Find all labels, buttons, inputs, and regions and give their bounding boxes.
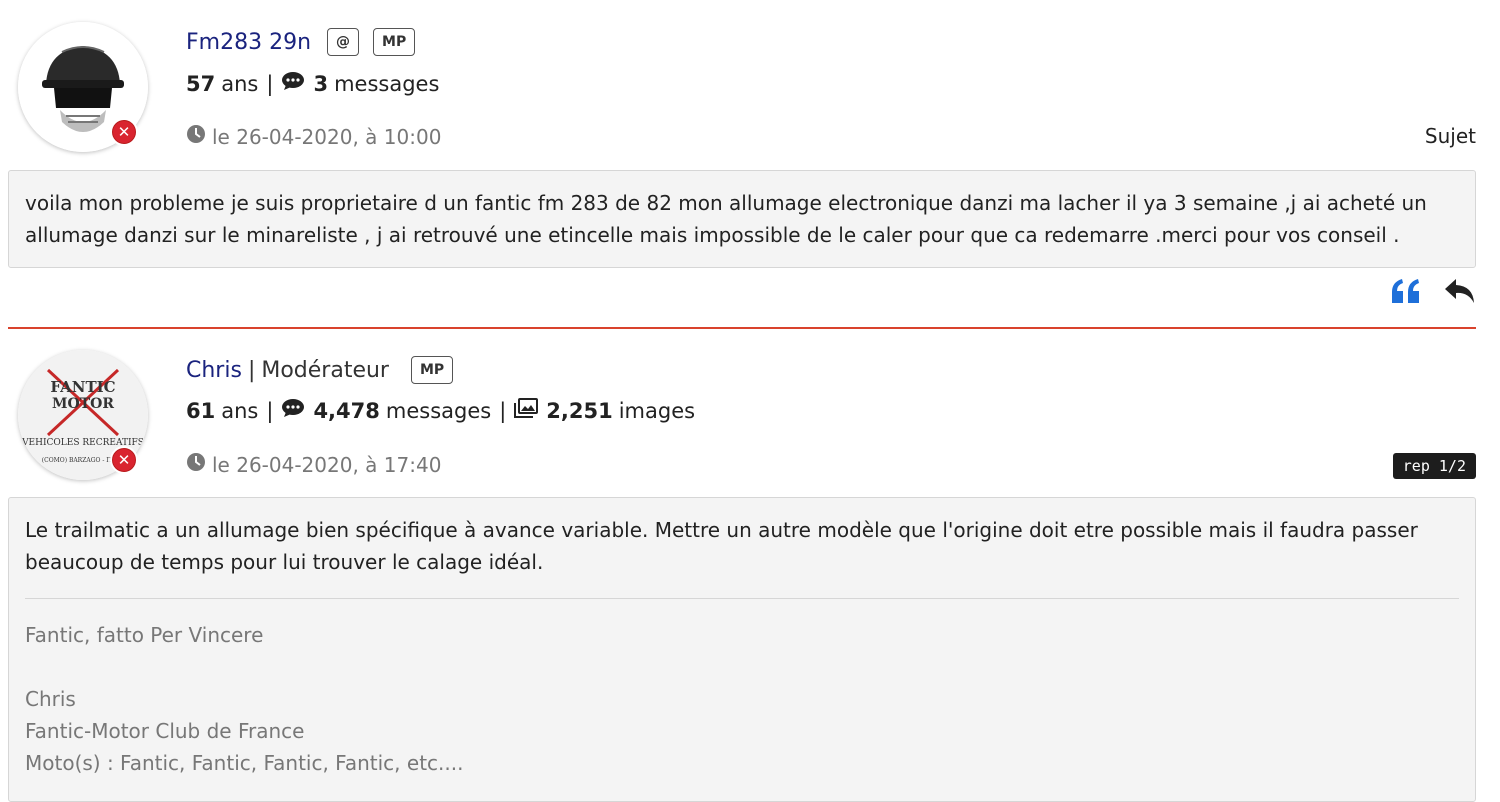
- user-stats: 61 ans | 4,478 messages | 2,251 images: [186, 398, 695, 423]
- stats-separator: |: [266, 71, 274, 96]
- user-stats: 57 ans | 3 messages: [186, 71, 439, 96]
- reply-icon[interactable]: [1444, 276, 1476, 306]
- message-text: Le trailmatic a un allumage bien spécifi…: [25, 518, 1418, 574]
- post-date: le 26-04-2020, à 10:00: [186, 124, 441, 149]
- mention-button[interactable]: @: [327, 28, 360, 56]
- stats-separator-2: |: [499, 398, 507, 423]
- avatar-wrap: FANTIC MOTOR VEHICOLES RECREATIFS (COMO)…: [18, 350, 148, 480]
- quote-icon[interactable]: [1390, 276, 1422, 306]
- username[interactable]: Fm283 29n: [186, 30, 311, 55]
- username[interactable]: Chris: [186, 358, 242, 383]
- messages-label: messages: [334, 71, 440, 96]
- clock-icon: [186, 452, 206, 477]
- post-date: le 26-04-2020, à 17:40: [186, 452, 441, 477]
- signature-line-4: Moto(s) : Fantic, Fantic, Fantic, Fantic…: [25, 751, 464, 775]
- message-text: voila mon probleme je suis proprietaire …: [25, 191, 1427, 247]
- post-date-text: le 26-04-2020, à 10:00: [212, 124, 442, 149]
- clock-icon: [186, 124, 206, 149]
- message-body: voila mon probleme je suis proprietaire …: [8, 170, 1476, 268]
- post-1: ✕ Fm283 29n @ MP 57 ans | 3 messages le …: [8, 0, 1476, 303]
- signature-line-2: Chris: [25, 687, 76, 711]
- subject-label: Sujet: [1424, 124, 1476, 148]
- private-message-button[interactable]: MP: [410, 356, 454, 384]
- post-2: FANTIC MOTOR VEHICOLES RECREATIFS (COMO)…: [8, 330, 1476, 802]
- offline-x-icon: ✕: [110, 446, 138, 474]
- signature-separator: [25, 598, 1459, 599]
- post-divider: [8, 327, 1476, 329]
- images-count: 2,251: [546, 398, 613, 423]
- user-line: Chris | Modérateur MP: [186, 356, 454, 384]
- messages-count: 4,478: [313, 398, 380, 423]
- signature-line-1: Fantic, fatto Per Vincere: [25, 623, 264, 647]
- private-message-button[interactable]: MP: [373, 28, 416, 56]
- avatar-logo-top: FANTIC: [50, 378, 115, 396]
- comment-icon: [281, 398, 305, 423]
- reply-number-badge[interactable]: rep 1/2: [1392, 453, 1476, 479]
- user-line: Fm283 29n @ MP: [186, 28, 416, 56]
- age-value: 57: [186, 71, 216, 96]
- avatar-wrap: ✕: [18, 22, 148, 152]
- age-label: ans: [221, 71, 259, 96]
- age-value: 61: [186, 398, 216, 423]
- messages-label: messages: [385, 398, 492, 423]
- post-date-text: le 26-04-2020, à 17:40: [212, 452, 442, 477]
- messages-count: 3: [313, 71, 329, 96]
- comment-icon: [281, 71, 305, 96]
- stats-separator: |: [266, 398, 274, 423]
- images-icon: [514, 398, 539, 423]
- role-separator: |: [247, 357, 256, 383]
- offline-x-icon: ✕: [110, 118, 138, 146]
- user-role: Modérateur: [261, 357, 389, 383]
- age-label: ans: [221, 398, 259, 423]
- images-label: images: [618, 398, 696, 423]
- post-actions: [1390, 276, 1476, 306]
- signature: Fantic, fatto Per Vincere Chris Fantic-M…: [25, 619, 1459, 779]
- message-body: Le trailmatic a un allumage bien spécifi…: [8, 497, 1476, 802]
- signature-line-3: Fantic-Motor Club de France: [25, 719, 305, 743]
- avatar-logo-top2: MOTOR: [52, 396, 114, 412]
